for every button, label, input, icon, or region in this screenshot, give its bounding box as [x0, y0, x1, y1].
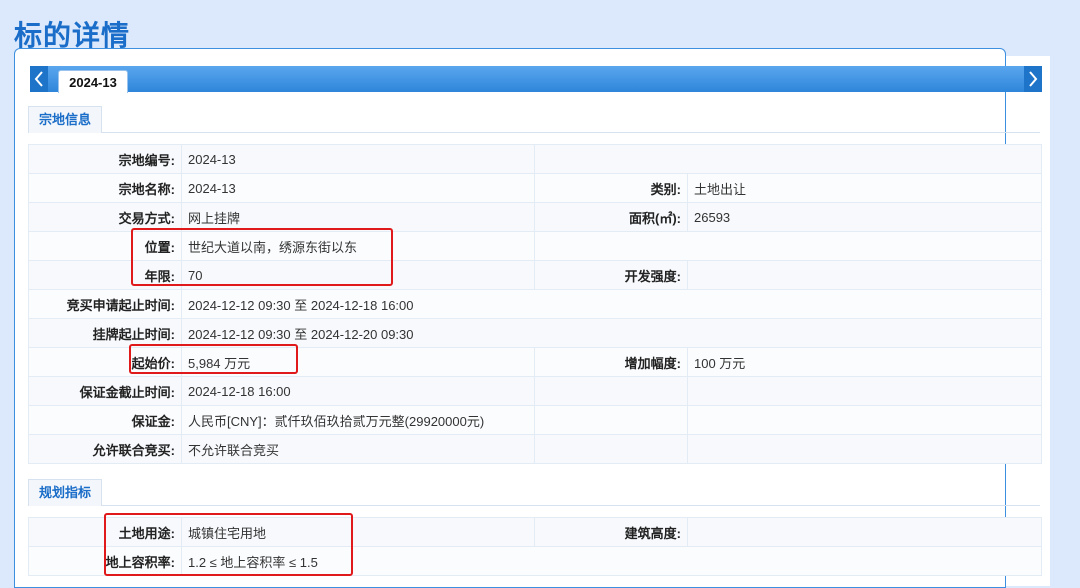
- tab-strip: 2024-13: [30, 66, 1042, 93]
- tab-next-button[interactable]: [1024, 66, 1042, 92]
- table-row: 竞买申请起止时间: 2024-12-12 09:30 至 2024-12-18 …: [28, 289, 1042, 319]
- land-info-table: 宗地编号: 2024-13 宗地名称: 2024-13 类别: 土地出让 交易方…: [28, 144, 1042, 464]
- field-value: [687, 260, 1042, 290]
- table-row: 允许联合竞买: 不允许联合竞买: [28, 434, 1042, 464]
- tab-prev-button[interactable]: [30, 66, 48, 92]
- field-value: [687, 517, 1042, 547]
- highlight-box-location-term: [131, 228, 393, 286]
- field-empty: [534, 144, 1042, 174]
- field-label: 面积(㎡):: [534, 202, 688, 232]
- field-empty: [687, 405, 1042, 435]
- section-header-planning: 规划指标: [28, 479, 1040, 506]
- field-label: 增加幅度:: [534, 347, 688, 377]
- field-empty: [534, 231, 1042, 261]
- field-label: 类别:: [534, 173, 688, 203]
- section-tab-land-info[interactable]: 宗地信息: [28, 106, 103, 133]
- field-label: 宗地名称:: [28, 173, 182, 203]
- field-empty: [534, 376, 688, 406]
- field-label: 建筑高度:: [534, 517, 688, 547]
- highlight-box-planning: [104, 513, 353, 576]
- chevron-left-icon: [34, 71, 43, 87]
- table-row: 宗地名称: 2024-13 类别: 土地出让: [28, 173, 1042, 203]
- field-empty: [534, 405, 688, 435]
- field-value: 2024-13: [181, 144, 535, 174]
- field-empty: [687, 376, 1042, 406]
- field-value: 2024-12-12 09:30 至 2024-12-20 09:30: [181, 318, 1042, 348]
- field-empty: [534, 434, 688, 464]
- field-label: 竞买申请起止时间:: [28, 289, 182, 319]
- field-label: 保证金:: [28, 405, 182, 435]
- field-empty: [687, 434, 1042, 464]
- field-value: 人民币[CNY]：贰仟玖佰玖拾贰万元整(29920000元): [181, 405, 535, 435]
- field-label: 允许联合竞买:: [28, 434, 182, 464]
- field-label: 保证金截止时间:: [28, 376, 182, 406]
- highlight-box-start-price: [129, 344, 298, 374]
- tab-2024-13[interactable]: 2024-13: [58, 70, 128, 93]
- field-value: 土地出让: [687, 173, 1042, 203]
- section-header-land-info: 宗地信息: [28, 106, 1040, 133]
- field-value: 26593: [687, 202, 1042, 232]
- table-row: 保证金截止时间: 2024-12-18 16:00: [28, 376, 1042, 406]
- chevron-right-icon: [1029, 71, 1038, 87]
- field-value: 2024-13: [181, 173, 535, 203]
- table-row: 保证金: 人民币[CNY]：贰仟玖佰玖拾贰万元整(29920000元): [28, 405, 1042, 435]
- field-label: 开发强度:: [534, 260, 688, 290]
- field-value: 2024-12-12 09:30 至 2024-12-18 16:00: [181, 289, 1042, 319]
- field-value: 不允许联合竞买: [181, 434, 535, 464]
- field-value: 100 万元: [687, 347, 1042, 377]
- field-value: 2024-12-18 16:00: [181, 376, 535, 406]
- section-tab-planning[interactable]: 规划指标: [28, 479, 103, 506]
- table-row: 宗地编号: 2024-13: [28, 144, 1042, 174]
- field-label: 宗地编号:: [28, 144, 182, 174]
